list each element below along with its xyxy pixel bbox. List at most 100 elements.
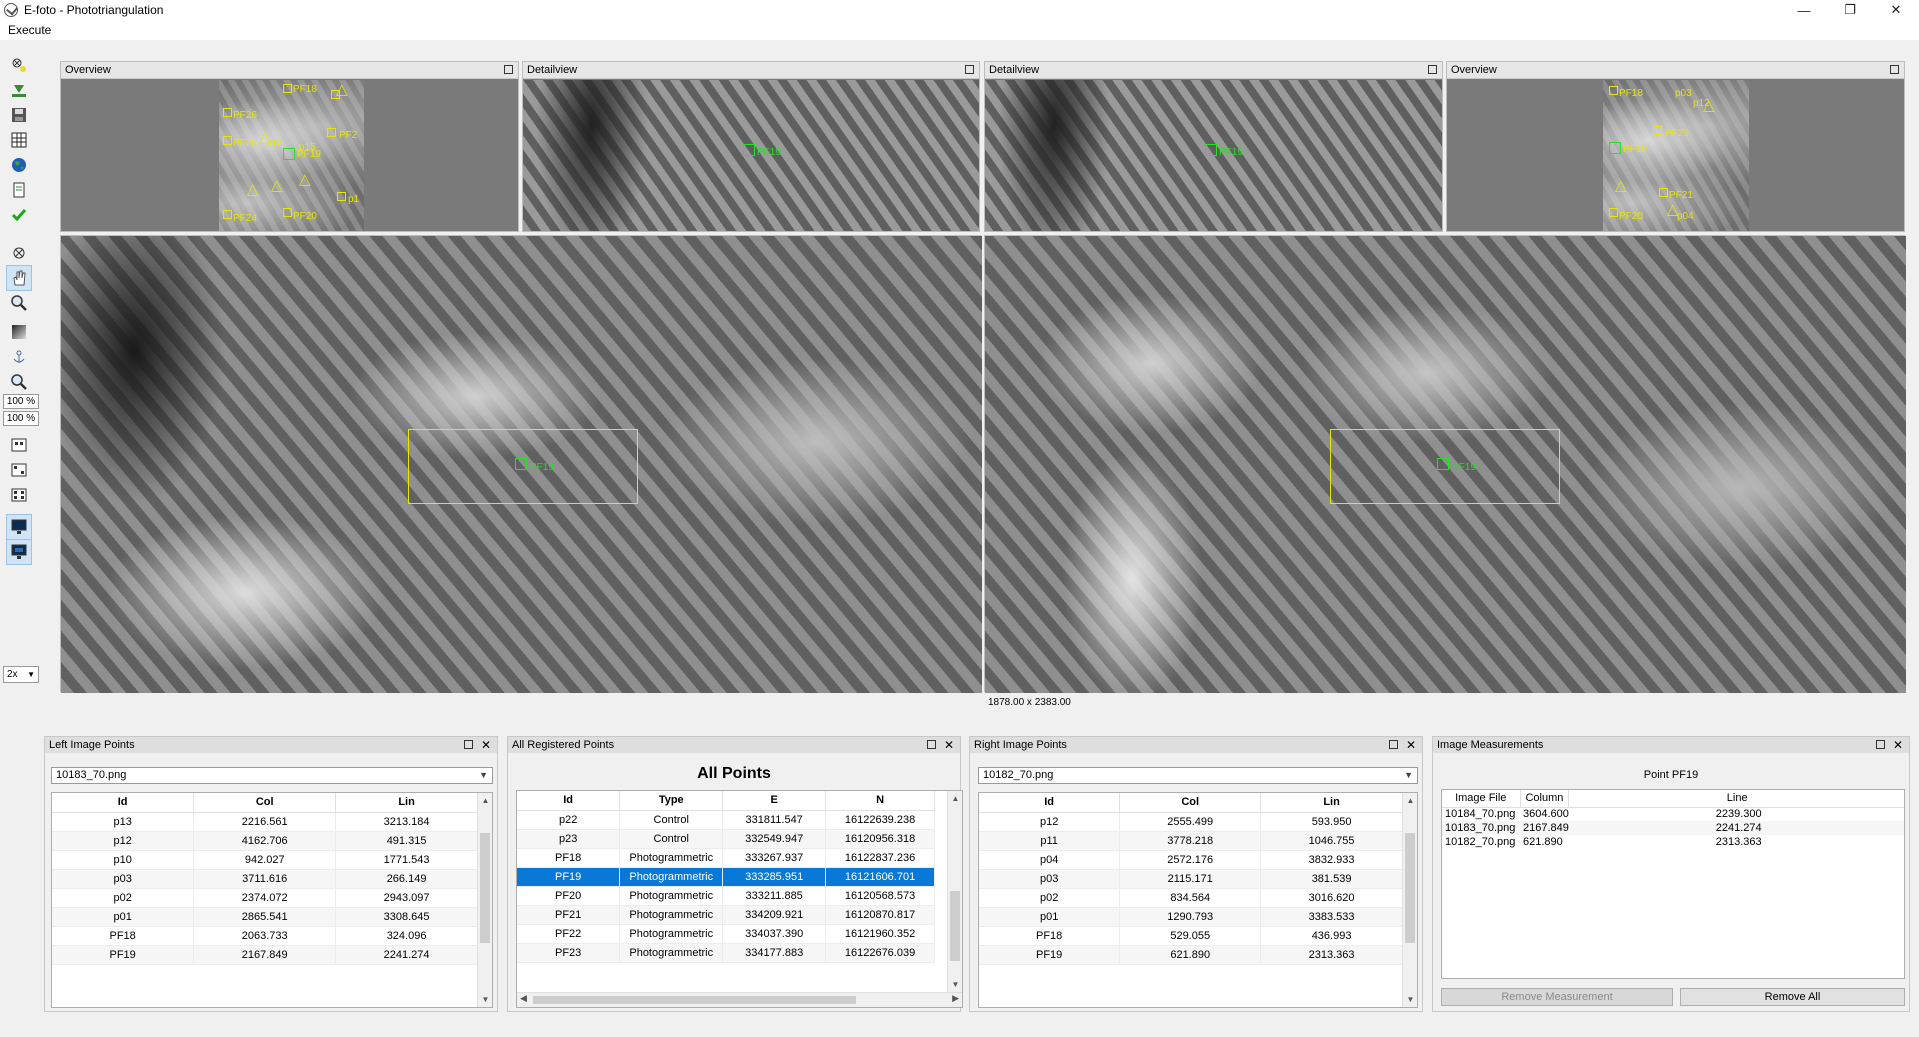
table-cell[interactable]: p10 (52, 850, 195, 870)
column-header-n[interactable]: N (825, 791, 935, 811)
mark-point-icon[interactable] (6, 52, 32, 78)
left-zoom-field[interactable]: 100 % (3, 394, 39, 409)
table-cell[interactable]: p12 (979, 812, 1121, 832)
table-row[interactable]: p03 2115.171 381.539 (979, 869, 1403, 889)
table-row[interactable]: PF18 Photogrammetric 333267.937 16122837.23… (517, 848, 935, 868)
float-icon[interactable] (927, 740, 936, 749)
table-cell[interactable]: Control (619, 829, 724, 849)
table-row[interactable]: PF21 Photogrammetric 334209.921 16120870.81… (517, 905, 935, 925)
table-row[interactable]: p02 834.564 3016.620 (979, 888, 1403, 908)
monitor-icon[interactable] (6, 514, 32, 540)
table-cell[interactable]: 2239.300 (1569, 807, 1904, 821)
column-header-type[interactable]: Type (619, 791, 724, 811)
scroll-up-icon[interactable]: ▲ (478, 793, 492, 808)
measurements-table[interactable]: Image File Column Line 10184_70.png 3604.… (1441, 789, 1905, 979)
table-cell[interactable]: 266.149 (335, 869, 478, 889)
table-cell[interactable]: p02 (52, 888, 195, 908)
accept-check-icon[interactable] (6, 202, 32, 228)
column-header-column[interactable]: Column (1520, 790, 1570, 808)
table-cell[interactable]: Photogrammetric (619, 924, 724, 944)
float-icon[interactable] (1389, 740, 1398, 749)
left-points-table[interactable]: Id Col Lin p13 2216.561 3213.184 p12 4162.70… (51, 792, 493, 1008)
table-row[interactable]: p04 2572.176 3832.933 (979, 850, 1403, 870)
table-cell[interactable]: p01 (979, 907, 1121, 927)
table-row[interactable]: p01 1290.793 3383.533 (979, 907, 1403, 927)
table-cell[interactable]: 2374.072 (193, 888, 337, 908)
table-cell[interactable]: 10183_70.png (1442, 821, 1520, 835)
table-row[interactable]: p23 Control 332549.947 16120956.318 (517, 829, 935, 849)
table-cell[interactable]: 3383.533 (1260, 907, 1403, 927)
table-row[interactable]: p22 Control 331811.547 16122639.238 (517, 810, 935, 830)
left-main-view[interactable]: PF19 (60, 235, 982, 693)
table-cell[interactable]: Control (619, 810, 724, 830)
table-cell[interactable]: Photogrammetric (619, 867, 724, 887)
table-cell[interactable]: PF18 (979, 926, 1121, 946)
close-icon[interactable]: ✕ (1893, 737, 1903, 753)
table-cell[interactable]: PF20 (517, 886, 621, 906)
table-cell[interactable]: 2572.176 (1119, 850, 1262, 870)
column-header-col[interactable]: Col (193, 793, 337, 813)
table-cell[interactable]: 10182_70.png (1442, 835, 1520, 849)
table-row[interactable]: 10184_70.png 3604.600 2239.300 (1442, 807, 1904, 821)
column-header-lin[interactable]: Lin (1260, 793, 1403, 813)
table-row[interactable]: 10182_70.png 621.890 2313.363 (1442, 835, 1904, 849)
table-row[interactable]: p01 2865.541 3308.645 (52, 907, 478, 927)
grid-view-icon[interactable] (6, 482, 32, 508)
globe-icon[interactable] (6, 152, 32, 178)
table-cell[interactable]: p23 (517, 829, 621, 849)
fit-view-icon[interactable] (6, 432, 32, 458)
table-cell[interactable]: 436.993 (1260, 926, 1403, 946)
scroll-thumb[interactable] (950, 891, 960, 961)
split-view-icon[interactable] (6, 457, 32, 483)
table-row[interactable]: PF19 2167.849 2241.274 (52, 945, 478, 965)
anchor-icon[interactable] (6, 344, 32, 370)
zoom-icon[interactable] (6, 290, 32, 316)
table-cell[interactable]: PF21 (517, 905, 621, 925)
save-icon[interactable] (6, 102, 32, 128)
table-cell[interactable]: p11 (979, 831, 1121, 851)
table-cell[interactable]: 3778.218 (1119, 831, 1262, 851)
scroll-up-icon[interactable]: ▲ (1403, 793, 1417, 808)
mark-tool-icon[interactable] (6, 240, 32, 266)
table-cell[interactable]: 621.890 (1520, 835, 1569, 849)
table-cell[interactable]: Photogrammetric (619, 886, 724, 906)
table-cell[interactable]: 16122676.039 (825, 943, 935, 963)
table-cell[interactable]: 3213.184 (335, 812, 478, 832)
table-cell[interactable]: Photogrammetric (619, 905, 724, 925)
table-cell[interactable]: 324.096 (335, 926, 478, 946)
table-cell[interactable]: 2313.363 (1569, 835, 1904, 849)
table-cell[interactable]: 621.890 (1119, 945, 1262, 965)
minimize-button[interactable]: — (1781, 0, 1827, 20)
float-icon[interactable] (1428, 65, 1437, 74)
right-points-table[interactable]: Id Col Lin p12 2555.499 593.950 p11 3778.218… (978, 792, 1418, 1008)
float-icon[interactable] (464, 740, 473, 749)
table-row[interactable]: p02 2374.072 2943.097 (52, 888, 478, 908)
table-cell[interactable]: PF18 (52, 926, 195, 946)
table-cell[interactable]: 16121606.701 (825, 867, 935, 887)
column-header-id[interactable]: Id (52, 793, 195, 813)
table-cell[interactable]: 2555.499 (1119, 812, 1262, 832)
table-row[interactable]: p12 4162.706 491.315 (52, 831, 478, 851)
scroll-thumb[interactable] (533, 996, 856, 1004)
pan-hand-icon[interactable] (6, 265, 32, 291)
table-cell[interactable]: p12 (52, 831, 195, 851)
table-cell[interactable]: 1290.793 (1119, 907, 1262, 927)
table-row[interactable]: PF22 Photogrammetric 334037.390 16121960.35… (517, 924, 935, 944)
close-icon[interactable]: ✕ (944, 737, 954, 753)
table-cell[interactable]: 16121960.352 (825, 924, 935, 944)
table-row[interactable]: PF20 Photogrammetric 333211.885 16120568.57… (517, 886, 935, 906)
remove-all-button[interactable]: Remove All (1680, 988, 1905, 1006)
float-icon[interactable] (504, 65, 513, 74)
table-cell[interactable]: 333267.937 (722, 848, 827, 868)
table-cell[interactable]: PF19 (979, 945, 1121, 965)
vertical-scrollbar[interactable]: ▲ ▼ (1402, 793, 1417, 1007)
scroll-thumb[interactable] (480, 833, 490, 943)
table-row[interactable]: p11 3778.218 1046.755 (979, 831, 1403, 851)
table-cell[interactable]: 2115.171 (1119, 869, 1262, 889)
column-header-e[interactable]: E (722, 791, 827, 811)
horizontal-scrollbar[interactable]: ◀ ▶ (517, 992, 962, 1007)
scroll-thumb[interactable] (1405, 833, 1415, 943)
remove-measurement-button[interactable]: Remove Measurement (1441, 988, 1673, 1006)
table-row[interactable]: p03 3711.616 266.149 (52, 869, 478, 889)
table-row[interactable]: 10183_70.png 2167.849 2241.274 (1442, 821, 1904, 835)
